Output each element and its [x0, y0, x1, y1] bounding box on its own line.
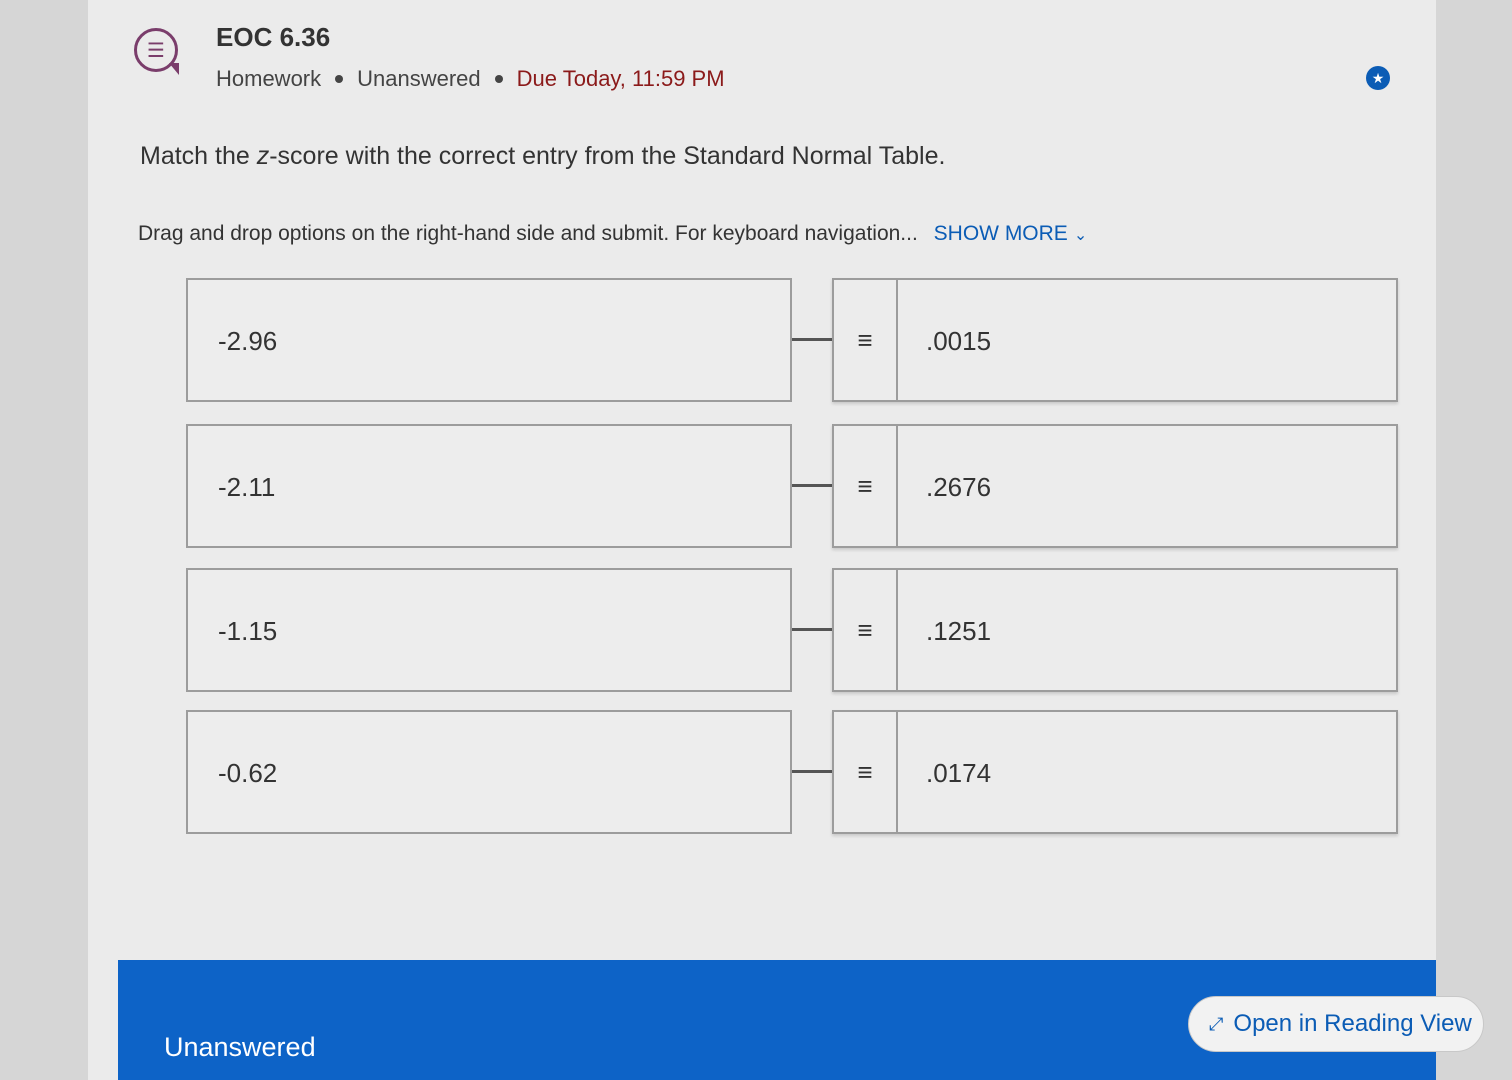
match-row: -2.11 ≡ .2676: [186, 424, 1398, 548]
drag-handle-icon[interactable]: ≡: [834, 712, 898, 832]
option-value: .0174: [926, 758, 992, 788]
question-text: Match the z-score with the correct entry…: [140, 142, 945, 171]
instructions-text: Drag and drop options on the right-hand …: [138, 222, 918, 245]
match-row: -2.96 ≡ .0015: [186, 278, 1398, 402]
status-label: Unanswered: [357, 66, 481, 91]
draggable-option[interactable]: ≡ .1251: [832, 568, 1398, 692]
instructions: Drag and drop options on the right-hand …: [138, 222, 1087, 246]
connector-line: [792, 628, 832, 631]
drag-handle-icon[interactable]: ≡: [834, 426, 898, 546]
z-score-value: -2.96: [218, 326, 278, 356]
z-score-cell: -1.15: [186, 568, 792, 692]
option-value: .1251: [926, 616, 992, 646]
draggable-option[interactable]: ≡ .0174: [832, 710, 1398, 834]
question-suffix: -score with the correct entry from the S…: [269, 142, 946, 170]
z-score-value: -1.15: [218, 616, 278, 646]
open-reading-view-button[interactable]: ⤢ Open in Reading View: [1188, 996, 1484, 1052]
draggable-option[interactable]: ≡ .0015: [832, 278, 1398, 402]
drag-handle-icon[interactable]: ≡: [834, 570, 898, 690]
connector-line: [792, 770, 832, 773]
question-z: z: [256, 142, 270, 170]
connector-line: [792, 484, 832, 487]
footer-status: Unanswered: [164, 1032, 316, 1062]
separator-dot: [335, 75, 344, 83]
z-score-cell: -2.96: [186, 278, 792, 402]
separator-dot: [494, 75, 503, 83]
match-row: -0.62 ≡ .0174: [186, 710, 1398, 834]
star-icon[interactable]: ★: [1366, 66, 1390, 90]
z-score-cell: -2.11: [186, 424, 792, 548]
assignment-title: EOC 6.36: [216, 22, 331, 52]
chevron-down-icon: ⌄: [1073, 227, 1088, 244]
option-value: .0015: [926, 326, 992, 356]
category-label: Homework: [216, 66, 322, 91]
show-more-label: SHOW MORE: [933, 222, 1068, 245]
draggable-option[interactable]: ≡ .2676: [832, 424, 1398, 548]
reading-view-label: Open in Reading View: [1233, 1010, 1472, 1037]
option-value: .2676: [926, 472, 992, 502]
z-score-cell: -0.62: [186, 710, 792, 834]
z-score-value: -2.11: [218, 472, 276, 502]
connector-line: [792, 338, 832, 341]
match-row: -1.15 ≡ .1251: [186, 568, 1398, 692]
due-date-label: Due Today, 11:59 PM: [516, 66, 725, 91]
list-chat-icon: ☰: [134, 28, 179, 75]
assignment-meta: Homework Unanswered Due Today, 11:59 PM: [216, 66, 725, 92]
z-score-value: -0.62: [218, 758, 278, 788]
show-more-link[interactable]: SHOW MORE ⌄: [934, 222, 1088, 245]
expand-icon: ⤢: [1209, 1013, 1224, 1034]
drag-handle-icon[interactable]: ≡: [834, 280, 898, 400]
question-prefix: Match the: [140, 142, 257, 170]
